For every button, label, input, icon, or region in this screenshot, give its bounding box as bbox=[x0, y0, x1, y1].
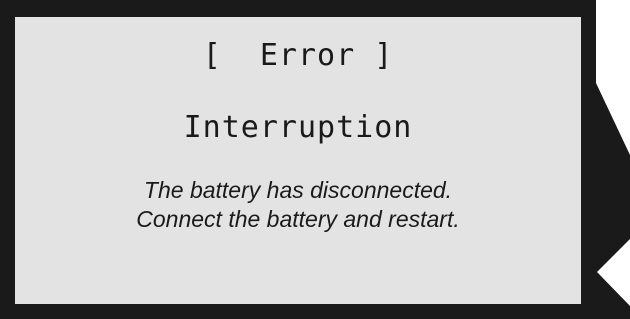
device-display: [ Error ] Interruption The battery has d… bbox=[0, 0, 630, 319]
error-header: [ Error ] bbox=[202, 38, 394, 73]
lcd-screen: [ Error ] Interruption The battery has d… bbox=[15, 17, 581, 304]
error-message: The battery has disconnected. Connect th… bbox=[136, 176, 459, 234]
message-line-1: The battery has disconnected. bbox=[143, 177, 453, 203]
error-heading: Interruption bbox=[183, 110, 413, 145]
message-line-2: Connect the battery and restart. bbox=[136, 206, 460, 232]
